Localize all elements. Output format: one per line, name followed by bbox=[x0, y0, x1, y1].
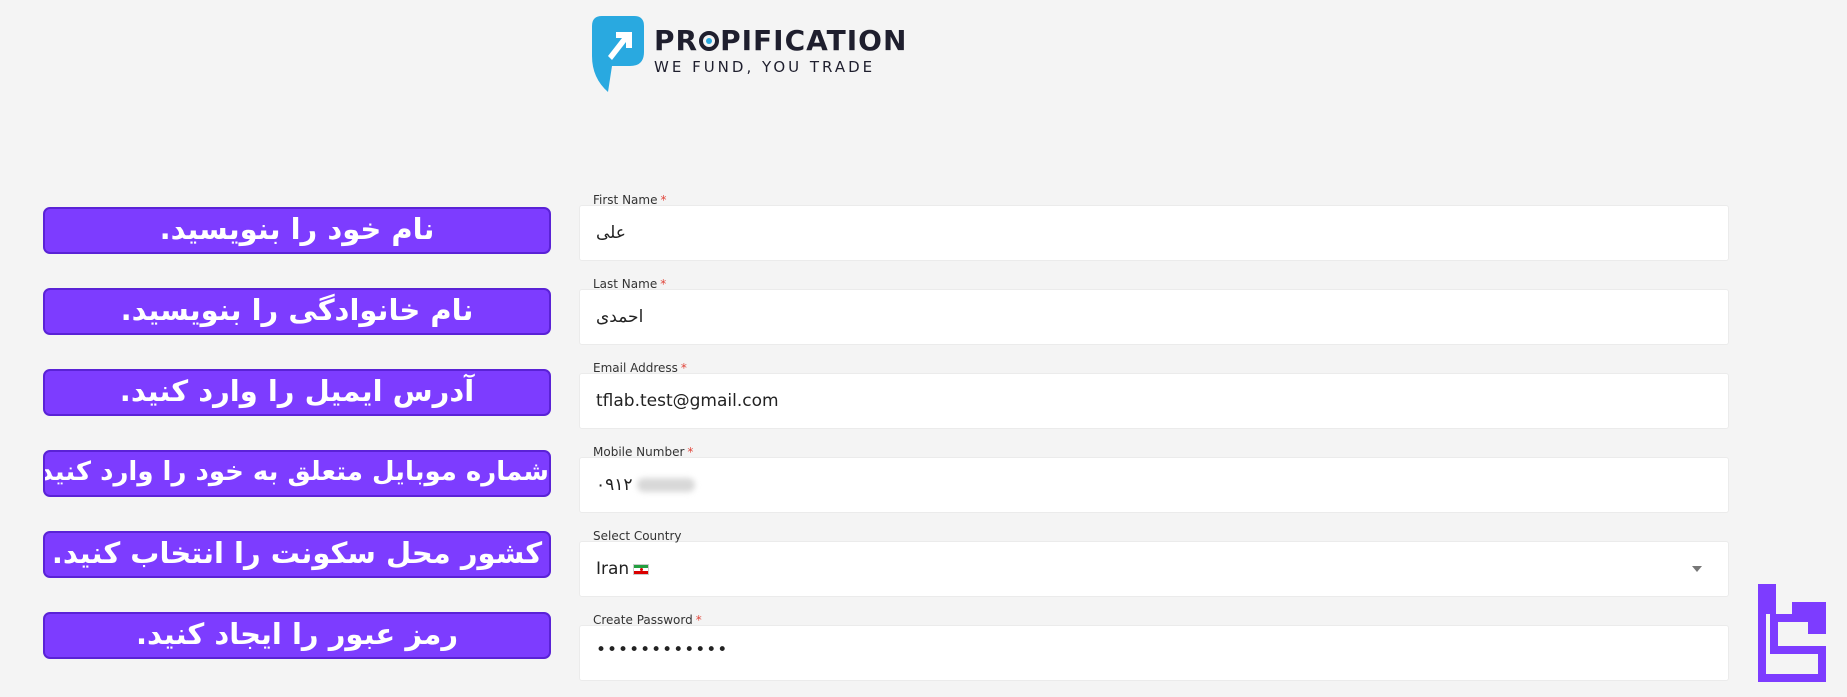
logo-text: PR PIFICATION WE FUND, YOU TRADE bbox=[654, 26, 907, 77]
email-label: Email Address * bbox=[593, 361, 687, 375]
required-marker: * bbox=[687, 445, 694, 459]
password-label-text: Create Password bbox=[593, 613, 693, 627]
country-label-text: Select Country bbox=[593, 529, 682, 543]
email-input[interactable]: tflab.test@gmail.com bbox=[579, 373, 1729, 429]
required-marker: * bbox=[660, 277, 667, 291]
email-label-text: Email Address bbox=[593, 361, 678, 375]
password-label: Create Password * bbox=[593, 613, 702, 627]
iran-flag-icon bbox=[633, 563, 650, 575]
logo-name-part1: PR bbox=[654, 24, 699, 57]
first-name-label: First Name * bbox=[593, 193, 666, 207]
first-name-input[interactable]: علی bbox=[579, 205, 1729, 261]
mobile-label-text: Mobile Number bbox=[593, 445, 685, 459]
mobile-input[interactable]: ۰۹۱۲ bbox=[579, 457, 1729, 513]
required-marker: * bbox=[680, 361, 687, 375]
country-select[interactable]: Iran bbox=[579, 541, 1729, 597]
country-value: Iran bbox=[596, 559, 650, 579]
instruction-last-name: نام خانوادگی را بنویسید. bbox=[43, 288, 551, 335]
password-value: •••••••••••• bbox=[596, 640, 729, 660]
last-name-value: احمدی bbox=[596, 307, 644, 327]
last-name-label-text: Last Name bbox=[593, 277, 658, 291]
logo-tagline: WE FUND, YOU TRADE bbox=[654, 58, 876, 76]
required-marker: * bbox=[660, 193, 667, 207]
instruction-mobile: شماره موبایل متعلق به خود را وارد کنید. bbox=[43, 450, 551, 497]
last-name-label: Last Name * bbox=[593, 277, 666, 291]
first-name-value: علی bbox=[596, 223, 626, 243]
instruction-email: آدرس ایمیل را وارد کنید. bbox=[43, 369, 551, 416]
email-value: tflab.test@gmail.com bbox=[596, 391, 779, 411]
country-name: Iran bbox=[596, 559, 630, 579]
logo-o-mark bbox=[699, 31, 720, 51]
instruction-country: کشور محل سکونت را انتخاب کنید. bbox=[43, 531, 551, 578]
chevron-down-icon[interactable] bbox=[1692, 566, 1702, 572]
mobile-value: ۰۹۱۲ bbox=[596, 475, 695, 495]
last-name-input[interactable]: احمدی bbox=[579, 289, 1729, 345]
instruction-password: رمز عبور را ایجاد کنید. bbox=[43, 612, 551, 659]
blurred-digits bbox=[636, 478, 695, 492]
instruction-first-name: نام خود را بنویسید. bbox=[43, 207, 551, 254]
country-label: Select Country bbox=[593, 529, 682, 543]
required-marker: * bbox=[695, 613, 702, 627]
tflab-logo-icon bbox=[1758, 584, 1826, 682]
mobile-label: Mobile Number * bbox=[593, 445, 693, 459]
logo-name-part2: PIFICATION bbox=[720, 24, 908, 57]
mobile-prefix: ۰۹۱۲ bbox=[596, 475, 633, 495]
password-input[interactable]: •••••••••••• bbox=[579, 625, 1729, 681]
first-name-label-text: First Name bbox=[593, 193, 658, 207]
logo-name: PR PIFICATION bbox=[654, 26, 907, 56]
propification-arrow-logo bbox=[592, 16, 644, 92]
propification-logo: PR PIFICATION WE FUND, YOU TRADE bbox=[588, 12, 907, 94]
